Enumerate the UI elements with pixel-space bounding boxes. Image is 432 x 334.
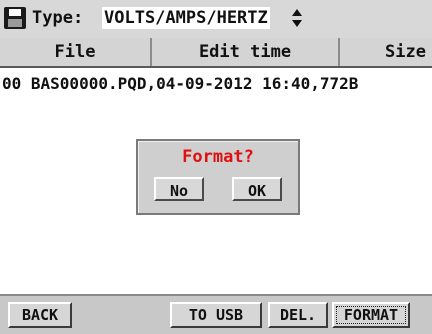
- file-list-item[interactable]: 00 BAS00000.PQD,04-09-2012 16:40,772B: [2, 74, 358, 94]
- type-label: Type:: [32, 8, 84, 28]
- no-button[interactable]: No: [154, 177, 204, 201]
- delete-button[interactable]: DEL.: [268, 302, 328, 328]
- type-selector[interactable]: VOLTS/AMPS/HERTZ: [102, 7, 270, 29]
- column-header-file[interactable]: File: [0, 38, 152, 66]
- ok-button[interactable]: OK: [232, 177, 282, 201]
- file-manager-screen: Type: VOLTS/AMPS/HERTZ File Edit time Si…: [0, 0, 432, 334]
- back-button[interactable]: BACK: [8, 302, 72, 328]
- bottom-toolbar: BACK TO USB DEL. FORMAT: [0, 294, 432, 334]
- up-down-arrows-icon[interactable]: [291, 6, 303, 30]
- to-usb-button[interactable]: TO USB: [170, 302, 262, 328]
- column-header-size[interactable]: Size: [340, 38, 432, 66]
- floppy-disk-icon: [4, 7, 26, 29]
- format-button[interactable]: FORMAT: [332, 302, 410, 328]
- column-header-row: File Edit time Size: [0, 38, 432, 68]
- format-confirm-dialog: Format? No OK: [136, 139, 300, 215]
- dialog-title: Format?: [182, 147, 254, 167]
- type-bar: Type: VOLTS/AMPS/HERTZ: [0, 0, 432, 39]
- column-header-edit-time[interactable]: Edit time: [152, 38, 340, 66]
